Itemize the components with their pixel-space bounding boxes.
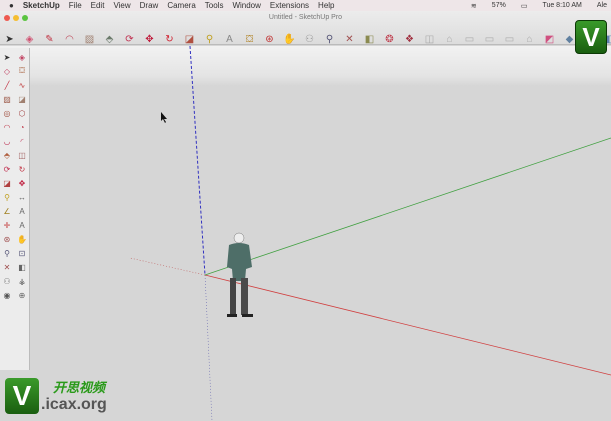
- palette-polygon-icon[interactable]: ⬡: [16, 107, 28, 119]
- palette-push-pull-icon[interactable]: ⬘: [1, 149, 13, 161]
- palette-arc-icon[interactable]: ◠: [1, 121, 13, 133]
- right-icon[interactable]: ▭: [482, 32, 497, 46]
- z-axis-negative: [204, 274, 213, 421]
- text-icon[interactable]: A: [222, 32, 237, 46]
- palette-look-around-icon[interactable]: ◉: [1, 289, 13, 301]
- paint-bucket-icon[interactable]: ⛋: [242, 32, 257, 46]
- palette-rotate-icon[interactable]: ↻: [16, 163, 28, 175]
- palette-tape-measure-icon[interactable]: ⚲: [1, 191, 13, 203]
- palette-zoom-extents-icon[interactable]: ✕: [1, 261, 13, 273]
- palette-2-point-arc-icon[interactable]: ◜: [16, 135, 28, 147]
- menu-bar: ● SketchUp File Edit View Draw Camera To…: [0, 0, 611, 11]
- follow-me-icon[interactable]: ⟳: [122, 32, 137, 46]
- palette-follow-me-icon[interactable]: ⟳: [1, 163, 13, 175]
- palette-freehand-icon[interactable]: ∿: [16, 79, 28, 91]
- scale-icon[interactable]: ◪: [182, 32, 197, 46]
- palette-position-camera-icon[interactable]: ⚇: [1, 275, 13, 287]
- menu-help[interactable]: Help: [318, 1, 334, 10]
- palette-protractor-icon[interactable]: ∠: [1, 205, 13, 217]
- palette-eraser-icon[interactable]: ◇: [1, 65, 13, 77]
- eraser-icon[interactable]: ◈: [22, 32, 37, 46]
- palette-dimensions-icon[interactable]: ↔: [16, 191, 28, 203]
- zoom-icon[interactable]: ⚲: [322, 32, 337, 46]
- watermark-logo-letter: V: [5, 377, 39, 414]
- tape-measure-icon[interactable]: ⚲: [202, 32, 217, 46]
- palette-rotated-rectangle-icon[interactable]: ◪: [16, 93, 28, 105]
- palette-circle-icon[interactable]: ◎: [1, 107, 13, 119]
- window-title: Untitled - SketchUp Pro: [268, 14, 343, 21]
- palette-make-component-icon[interactable]: ◈: [16, 51, 28, 63]
- battery-percent[interactable]: 57%: [492, 2, 506, 10]
- palette-orbit-icon[interactable]: ⊛: [1, 233, 13, 245]
- menu-edit[interactable]: Edit: [91, 1, 105, 10]
- back-icon[interactable]: ▭: [502, 32, 517, 46]
- watermark-url: .icax.org: [41, 396, 107, 413]
- large-tool-set-palette: ➤ ◈ ◇ ⛋ ╱ ∿ ▨ ◪ ◎ ⬡ ◠ ◔ ◡ ◜ ⬘ ◫ ⟳ ↻ ◪ ✥ ⚲ ↔ ∠ A ✛ A ⊛ ✋ ⚲ ⊡ ✕ ◧ ⚇ ⚶ ◉ ⊕: [0, 48, 30, 370]
- z-axis-positive: [189, 46, 206, 276]
- watermark: V 开思视频 .icax.org: [5, 377, 107, 414]
- palette-zoom-icon[interactable]: ⚲: [1, 247, 13, 259]
- palette-select-icon[interactable]: ➤: [1, 51, 13, 63]
- palette-zoom-window-icon[interactable]: ⊡: [16, 247, 28, 259]
- clock[interactable]: Tue 8:10 AM: [542, 2, 581, 10]
- palette-section-plane-icon[interactable]: ⊕: [16, 289, 28, 301]
- menu-file[interactable]: File: [69, 1, 82, 10]
- rectangle-icon[interactable]: ▨: [82, 32, 97, 46]
- palette-paint-icon[interactable]: ⛋: [16, 65, 28, 77]
- x-axis-negative: [129, 257, 206, 276]
- menu-draw[interactable]: Draw: [140, 1, 159, 10]
- pan-icon[interactable]: ✋: [282, 32, 297, 46]
- menu-tools[interactable]: Tools: [205, 1, 224, 10]
- palette-text-icon[interactable]: A: [16, 205, 28, 217]
- user-name[interactable]: Ale: [597, 2, 607, 10]
- arc-icon[interactable]: ◠: [62, 32, 77, 46]
- menu-extensions[interactable]: Extensions: [270, 1, 309, 10]
- top-icon[interactable]: ⌂: [442, 32, 457, 46]
- menu-app[interactable]: SketchUp: [23, 1, 60, 10]
- palette-scale-icon[interactable]: ◪: [1, 177, 13, 189]
- menu-view[interactable]: View: [113, 1, 130, 10]
- apple-icon[interactable]: ●: [9, 1, 14, 10]
- x-axis-positive: [204, 274, 611, 376]
- palette-previous-icon[interactable]: ◧: [16, 261, 28, 273]
- pencil-icon[interactable]: ✎: [42, 32, 57, 46]
- wifi-icon[interactable]: ≋: [471, 2, 477, 10]
- mouse-cursor-icon: [161, 112, 167, 123]
- drawing-canvas[interactable]: [0, 46, 611, 421]
- title-bar: Untitled - SketchUp Pro ➤ ◈ ✎ ◠ ▨ ⬘ ⟳ ✥ ↻ ◪ ⚲ A ⛋ ⊛ ✋ ⚇…: [0, 11, 611, 45]
- iso-icon[interactable]: ◫: [422, 32, 437, 46]
- palette-walk-icon[interactable]: ⚶: [16, 275, 28, 287]
- axes: [129, 46, 611, 421]
- main-toolbar: ➤◈✎◠▨⬘⟳✥↻◪⚲A⛋⊛✋⚇⚲✕◧❂❖◫⌂▭▭▭⌂◩◆⊕◧: [2, 32, 611, 46]
- previous-view-icon[interactable]: ◧: [362, 32, 377, 46]
- styles-icon[interactable]: ◩: [542, 32, 557, 46]
- push-pull-icon[interactable]: ⬘: [102, 32, 117, 46]
- components-icon[interactable]: ❖: [402, 32, 417, 46]
- left-icon[interactable]: ⌂: [522, 32, 537, 46]
- zoom-extents-icon[interactable]: ✕: [342, 32, 357, 46]
- palette-pan-icon[interactable]: ✋: [16, 233, 28, 245]
- person-figure: [227, 232, 253, 317]
- watermark-cn: 开思视频: [53, 380, 106, 395]
- select-icon[interactable]: ➤: [2, 32, 17, 46]
- watermark-logo: V: [575, 20, 607, 54]
- palette-pencil-icon[interactable]: ╱: [1, 79, 13, 91]
- menu-window[interactable]: Window: [232, 1, 260, 10]
- palette-move-icon[interactable]: ✥: [16, 177, 28, 189]
- rotate-icon[interactable]: ↻: [162, 32, 177, 46]
- orbit-icon[interactable]: ⊛: [262, 32, 277, 46]
- 3d-warehouse-icon[interactable]: ❂: [382, 32, 397, 46]
- palette-rectangle-icon[interactable]: ▨: [1, 93, 13, 105]
- y-axis-positive: [204, 137, 611, 276]
- palette-offset-icon[interactable]: ◫: [16, 149, 28, 161]
- palette-3d-text-icon[interactable]: A: [16, 219, 28, 231]
- walk-icon[interactable]: ⚇: [302, 32, 317, 46]
- move-icon[interactable]: ✥: [142, 32, 157, 46]
- front-icon[interactable]: ▭: [462, 32, 477, 46]
- menu-camera[interactable]: Camera: [167, 1, 195, 10]
- palette-3-point-arc-icon[interactable]: ◡: [1, 135, 13, 147]
- palette-axes-icon[interactable]: ✛: [1, 219, 13, 231]
- battery-icon[interactable]: ▭: [521, 2, 528, 10]
- palette-pie-icon[interactable]: ◔: [16, 121, 28, 133]
